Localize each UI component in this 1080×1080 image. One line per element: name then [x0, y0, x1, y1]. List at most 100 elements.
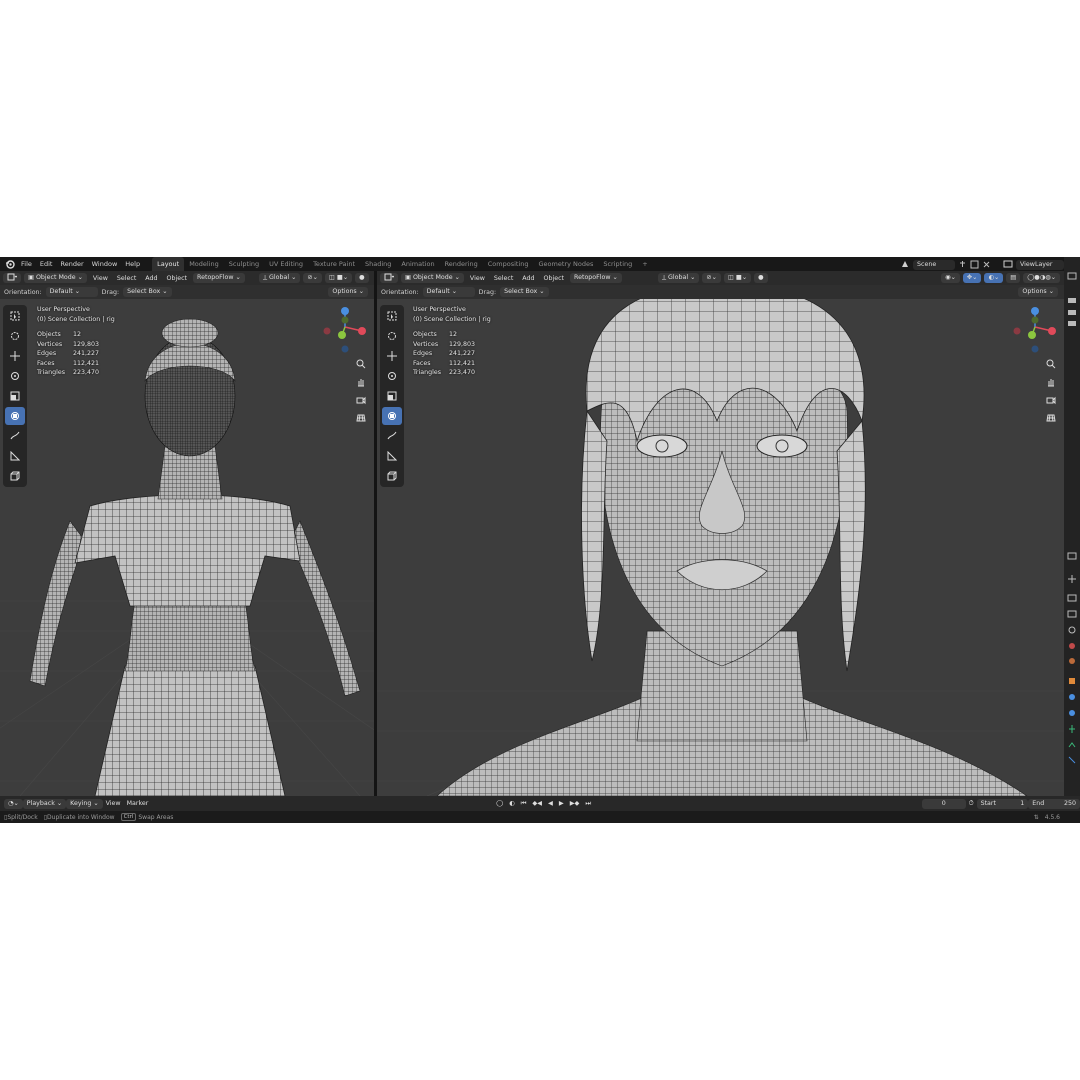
viewport-left[interactable]: ▣ Object Mode ⌄ View Select Add Object R…	[0, 271, 374, 796]
options-dropdown[interactable]: Options ⌄	[328, 287, 368, 297]
view-layer-properties-icon[interactable]	[1067, 610, 1077, 618]
retopoflow-button[interactable]: RetopoFlow ⌄	[193, 273, 245, 283]
navigation-gizmo[interactable]	[320, 305, 370, 355]
camera-view-icon[interactable]	[1044, 393, 1058, 407]
menu-edit[interactable]: Edit	[36, 257, 57, 271]
options-dropdown[interactable]: Options ⌄	[1018, 287, 1058, 297]
play-icon[interactable]: ▶	[556, 800, 567, 807]
object-mode-dropdown[interactable]: ▣ Object Mode ⌄	[401, 273, 464, 283]
visibility-icon[interactable]: ◉⌄	[941, 273, 960, 283]
view-menu[interactable]: View	[90, 275, 111, 282]
axis-y-icon[interactable]	[1028, 331, 1036, 339]
overlay-toggle-icon[interactable]: ◐⌄	[984, 273, 1004, 283]
pin-icon[interactable]	[958, 260, 967, 271]
xray-toggle-icon[interactable]: ▤	[1006, 273, 1021, 283]
tab-sculpting[interactable]: Sculpting	[224, 257, 264, 271]
add-cube-tool-icon[interactable]	[5, 467, 25, 485]
camera-icon[interactable]	[1068, 298, 1076, 303]
jump-start-icon[interactable]: ⏮	[518, 800, 530, 808]
play-reverse-icon[interactable]: ◀	[545, 800, 556, 807]
shading-modes-icon[interactable]: ◯●◑◍⌄	[1023, 273, 1060, 283]
menu-help[interactable]: Help	[121, 257, 144, 271]
render-properties-icon[interactable]	[1068, 575, 1076, 583]
transform-orientation-dropdown[interactable]: ⟂ Global ⌄	[657, 273, 700, 283]
scene-icon[interactable]	[900, 259, 910, 271]
end-frame-field[interactable]: End 250	[1028, 798, 1080, 809]
snap-icon[interactable]: ◫ ■⌄	[324, 273, 353, 283]
drag-dropdown[interactable]: Select Box ⌄	[500, 287, 549, 297]
axis-neg-x-icon[interactable]	[323, 327, 331, 335]
tool-properties-icon[interactable]	[1067, 552, 1077, 560]
menu-render[interactable]: Render	[56, 257, 87, 271]
retopoflow-button[interactable]: RetopoFlow ⌄	[570, 273, 622, 283]
delete-scene-icon[interactable]	[982, 260, 991, 271]
axis-neg-z-icon[interactable]	[1031, 345, 1039, 353]
tab-uv-editing[interactable]: UV Editing	[264, 257, 308, 271]
stopwatch-icon[interactable]: ⏱	[966, 800, 977, 808]
transform-tool-icon[interactable]	[5, 407, 25, 425]
marker-menu[interactable]: Marker	[124, 800, 152, 807]
tab-scripting[interactable]: Scripting	[598, 257, 637, 271]
keying-menu[interactable]: Keying ⌄	[66, 798, 103, 809]
rotate-tool-icon[interactable]	[5, 367, 25, 385]
pan-hand-icon[interactable]	[1044, 375, 1058, 389]
output-properties-icon[interactable]	[1067, 594, 1077, 602]
select-menu[interactable]: Select	[491, 275, 516, 282]
axis-neg-y-icon[interactable]	[1031, 316, 1039, 324]
axis-neg-x-icon[interactable]	[1013, 327, 1021, 335]
orientation-dropdown[interactable]: Default ⌄	[45, 287, 98, 297]
axis-y-icon[interactable]	[338, 331, 346, 339]
world-properties-icon[interactable]	[1069, 643, 1075, 649]
select-menu[interactable]: Select	[114, 275, 139, 282]
tab-texture-paint[interactable]: Texture Paint	[308, 257, 360, 271]
physics-properties-icon[interactable]	[1069, 725, 1075, 733]
axis-z-icon[interactable]	[1031, 307, 1039, 315]
axis-z-icon[interactable]	[341, 307, 349, 315]
editor-type-button[interactable]	[380, 273, 398, 283]
camera-view-icon[interactable]	[354, 393, 368, 407]
jump-end-icon[interactable]: ⏭	[582, 800, 594, 808]
scene-name-field[interactable]: Scene	[913, 260, 955, 270]
camera-icon[interactable]	[1068, 310, 1076, 315]
tab-modeling[interactable]: Modeling	[184, 257, 224, 271]
add-cube-tool-icon[interactable]	[382, 467, 402, 485]
next-keyframe-icon[interactable]: ▶◆	[567, 800, 583, 807]
playback-menu[interactable]: Playback ⌄	[22, 798, 67, 809]
new-scene-icon[interactable]	[970, 260, 979, 271]
zoom-icon[interactable]	[1044, 357, 1058, 371]
constraints-properties-icon[interactable]	[1068, 742, 1076, 748]
viewport-right[interactable]: ▣ Object Mode ⌄ View Select Add Object R…	[377, 271, 1064, 796]
move-tool-icon[interactable]	[382, 347, 402, 365]
select-tool-icon[interactable]	[382, 307, 402, 325]
cursor-tool-icon[interactable]	[5, 327, 25, 345]
scale-tool-icon[interactable]	[382, 387, 402, 405]
transform-orientation-dropdown[interactable]: ⟂ Global ⌄	[258, 273, 301, 283]
rotate-tool-icon[interactable]	[382, 367, 402, 385]
editor-type-button[interactable]	[3, 273, 21, 283]
data-properties-icon[interactable]	[1068, 756, 1076, 764]
current-frame-field[interactable]: 0	[921, 798, 966, 809]
zoom-icon[interactable]	[354, 357, 368, 371]
pivot-icon[interactable]: ⊘⌄	[303, 273, 322, 283]
tab-compositing[interactable]: Compositing	[483, 257, 534, 271]
snap-icon[interactable]: ◫ ■⌄	[723, 273, 752, 283]
view-menu[interactable]: View	[467, 275, 488, 282]
orientation-dropdown[interactable]: Default ⌄	[422, 287, 475, 297]
gizmo-toggle-icon[interactable]: ✥⌄	[962, 273, 982, 283]
move-tool-icon[interactable]	[5, 347, 25, 365]
view-layer-field[interactable]: ViewLayer	[1016, 260, 1064, 270]
perspective-grid-icon[interactable]	[354, 411, 368, 425]
navigation-gizmo[interactable]	[1010, 305, 1060, 355]
add-workspace-button[interactable]: +	[637, 257, 652, 271]
start-frame-field[interactable]: Start 1	[976, 798, 1029, 809]
keyframe-type-icon[interactable]: ◐	[506, 800, 518, 807]
tab-shading[interactable]: Shading	[360, 257, 396, 271]
object-mode-dropdown[interactable]: ▣ Object Mode ⌄	[24, 273, 87, 283]
object-properties-icon[interactable]	[1069, 678, 1075, 684]
perspective-grid-icon[interactable]	[1044, 411, 1058, 425]
scene-properties-icon[interactable]	[1068, 626, 1076, 634]
axis-neg-y-icon[interactable]	[341, 316, 349, 324]
annotate-tool-icon[interactable]	[382, 427, 402, 445]
modifier-properties-icon[interactable]	[1069, 694, 1075, 700]
pan-hand-icon[interactable]	[354, 375, 368, 389]
